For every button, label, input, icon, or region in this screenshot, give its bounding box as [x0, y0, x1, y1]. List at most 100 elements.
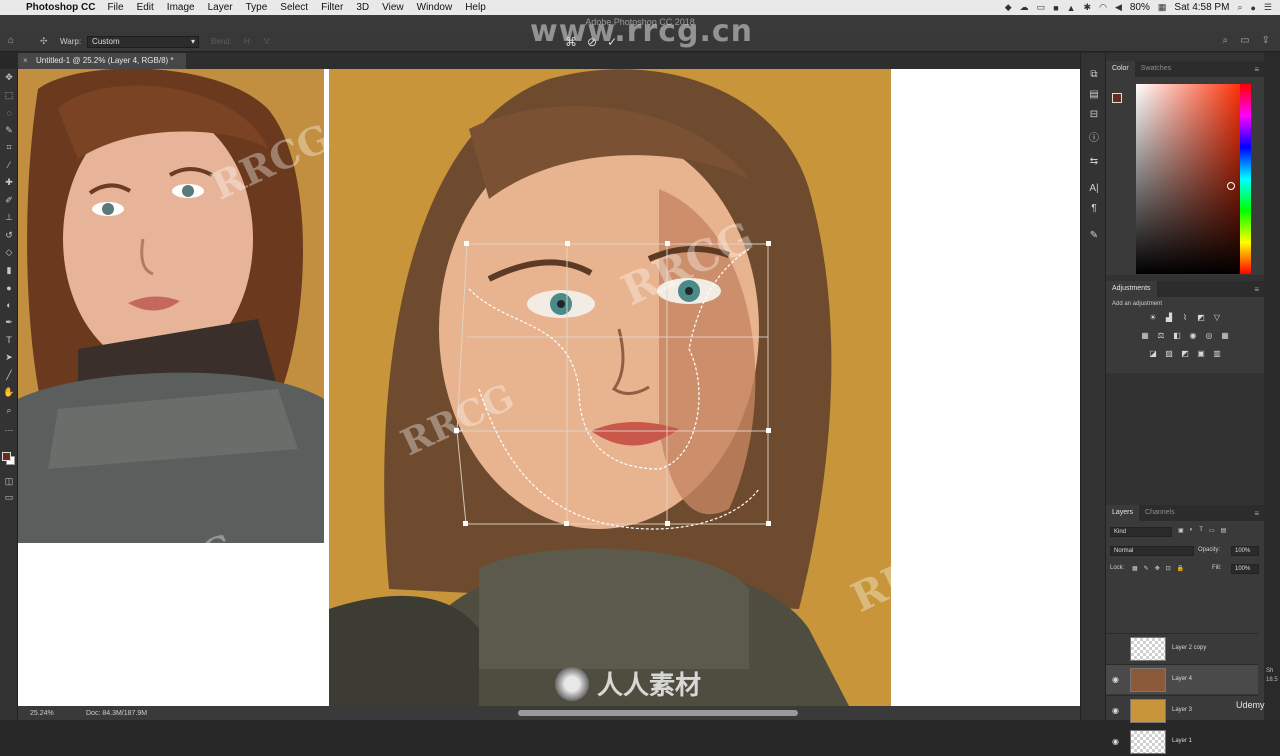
menu-filter[interactable]: Filter [321, 2, 343, 13]
horizontal-scrollbar[interactable] [518, 710, 798, 716]
tab-layers[interactable]: Layers [1106, 505, 1140, 521]
brush-presets-icon[interactable]: ▤ [1081, 89, 1107, 106]
move-tool-icon[interactable]: ✥ [0, 69, 18, 87]
blur-tool-icon[interactable]: ● [0, 279, 18, 297]
foreground-color-swatch[interactable] [2, 452, 11, 461]
eyedropper-tool-icon[interactable]: ⁄ [0, 157, 18, 175]
menu-window[interactable]: Window [417, 2, 453, 13]
healing-tool-icon[interactable]: ✚ [0, 174, 18, 192]
gradient-tool-icon[interactable]: ▮ [0, 262, 18, 280]
cloud-icon[interactable]: ☁ [1020, 2, 1029, 13]
brightness-icon[interactable]: ☀ [1148, 313, 1159, 323]
blend-mode-select[interactable]: Normal [1110, 546, 1194, 556]
threshold-icon[interactable]: ◩ [1180, 349, 1191, 359]
screen-mode-icon[interactable]: ▭ [0, 489, 18, 507]
panel-menu-icon[interactable]: ≡ [1254, 285, 1259, 294]
lock-all-icon[interactable]: 🔒 [1177, 565, 1184, 576]
paragraph-panel-icon[interactable]: ¶ [1081, 203, 1107, 220]
crop-tool-icon[interactable]: ⌗ [0, 139, 18, 157]
visibility-eye-icon[interactable]: ◉ [1112, 737, 1119, 746]
shape-tool-icon[interactable]: ╱ [0, 367, 18, 385]
search-panel-icon[interactable]: ⌕ [1223, 35, 1229, 46]
character-panel-icon[interactable]: A| [1081, 183, 1107, 200]
layer-name[interactable]: Layer 1 [1172, 738, 1192, 744]
properties-panel-icon[interactable]: ⊟ [1081, 109, 1107, 126]
tab-channels[interactable]: Channels [1139, 505, 1181, 521]
color-picker-marker[interactable] [1227, 182, 1235, 190]
lock-artboard-icon[interactable]: ⊡ [1166, 565, 1171, 576]
dropbox-icon[interactable]: ◆ [1005, 2, 1012, 13]
home-icon[interactable]: ⌂ [8, 35, 14, 46]
panel-menu-icon[interactable]: ≡ [1254, 509, 1259, 518]
display-icon[interactable]: ▭ [1037, 2, 1046, 13]
fill-input[interactable]: 100% [1231, 564, 1259, 574]
menu-help[interactable]: Help [465, 2, 486, 13]
painting-canvas[interactable] [329, 69, 891, 706]
notifications-icon[interactable]: ☰ [1264, 2, 1272, 13]
lasso-tool-icon[interactable]: ◌ [0, 104, 18, 122]
lock-position-icon[interactable]: ✥ [1155, 565, 1160, 576]
menu-image[interactable]: Image [167, 2, 195, 13]
wifi-icon[interactable]: ◠ [1099, 2, 1107, 13]
black-white-icon[interactable]: ◧ [1172, 331, 1183, 341]
pen-tool-icon[interactable]: ✒ [0, 314, 18, 332]
color-lookup-icon[interactable]: ▦ [1220, 331, 1231, 341]
more-tools-icon[interactable]: … [0, 419, 18, 437]
menu-type[interactable]: Type [246, 2, 268, 13]
layer-row[interactable]: Layer 2 copy [1106, 633, 1258, 663]
hand-tool-icon[interactable]: ✋ [0, 384, 18, 402]
menu-view[interactable]: View [382, 2, 404, 13]
visibility-eye-icon[interactable]: ◉ [1112, 706, 1119, 715]
lock-pixels-icon[interactable]: ✎ [1144, 565, 1149, 576]
visibility-eye-icon[interactable]: ◉ [1112, 675, 1119, 684]
brush-tool-icon[interactable]: ✐ [0, 192, 18, 210]
opacity-input[interactable]: 100% [1231, 546, 1259, 556]
warp-style-select[interactable]: Custom [87, 35, 200, 48]
hue-slider[interactable] [1240, 84, 1251, 274]
share-icon[interactable]: ⇪ [1262, 35, 1270, 46]
filter-pixel-icon[interactable]: ▣ [1178, 527, 1184, 538]
gradient-map-icon[interactable]: ▥ [1212, 349, 1223, 359]
panel-menu-icon[interactable]: ≡ [1254, 65, 1259, 74]
airplay-icon[interactable]: ▲ [1067, 3, 1076, 13]
history-brush-icon[interactable]: ↺ [0, 227, 18, 245]
flag-icon[interactable]: ▦ [1158, 2, 1167, 13]
doc-size[interactable]: Doc: 84.3M/187.9M [86, 710, 147, 717]
quick-mask-icon[interactable]: ◫ [0, 473, 18, 491]
selective-color-icon[interactable]: ▣ [1196, 349, 1207, 359]
zoom-level[interactable]: 25.24% [30, 710, 70, 717]
curves-icon[interactable]: ⌇ [1180, 313, 1191, 323]
filter-adjust-icon[interactable]: ◐ [1190, 527, 1194, 538]
workspace-icon[interactable]: ▭ [1240, 35, 1249, 46]
info-panel-icon[interactable]: ⓘ [1081, 129, 1107, 146]
layer-name[interactable]: Layer 2 copy [1172, 645, 1206, 651]
eraser-tool-icon[interactable]: ◇ [0, 244, 18, 262]
battery-percent[interactable]: 80% [1130, 2, 1150, 13]
close-tab-icon[interactable]: × [23, 53, 28, 69]
layer-name[interactable]: Layer 4 [1172, 676, 1192, 682]
layer-row[interactable]: ◉ Layer 1 [1106, 726, 1258, 756]
marquee-tool-icon[interactable]: ⬚ [0, 87, 18, 105]
zoom-tool-icon[interactable]: ⌕ [0, 402, 18, 420]
tool-presets-icon[interactable]: ⇆ [1081, 156, 1107, 173]
layer-row[interactable]: ◉ Layer 4 [1106, 664, 1258, 694]
canvas-workspace[interactable]: RRCG RRCG RRCG RRCG RRCG RRCG [18, 69, 1080, 706]
volume-icon[interactable]: ◀ [1115, 2, 1122, 13]
quick-select-tool-icon[interactable]: ✎ [0, 122, 18, 140]
filter-smart-icon[interactable]: ▤ [1221, 527, 1227, 538]
levels-icon[interactable]: ▟ [1164, 313, 1175, 323]
app-menu[interactable]: Photoshop CC [26, 2, 95, 13]
brush-settings-icon[interactable]: ✎ [1081, 230, 1107, 247]
layer-filter-input[interactable]: Kind [1110, 527, 1172, 537]
menu-layer[interactable]: Layer [208, 2, 233, 13]
vibrance-icon[interactable]: ▽ [1212, 313, 1223, 323]
menu-edit[interactable]: Edit [137, 2, 154, 13]
tab-color[interactable]: Color [1106, 61, 1135, 77]
tab-swatches[interactable]: Swatches [1135, 61, 1177, 77]
hue-saturation-icon[interactable]: ▦ [1140, 331, 1151, 341]
invert-icon[interactable]: ◪ [1148, 349, 1159, 359]
color-picker-field[interactable] [1136, 84, 1244, 274]
foreground-color-chip[interactable] [1112, 93, 1122, 103]
dodge-tool-icon[interactable]: ◐ [0, 297, 18, 315]
exposure-icon[interactable]: ◩ [1196, 313, 1207, 323]
